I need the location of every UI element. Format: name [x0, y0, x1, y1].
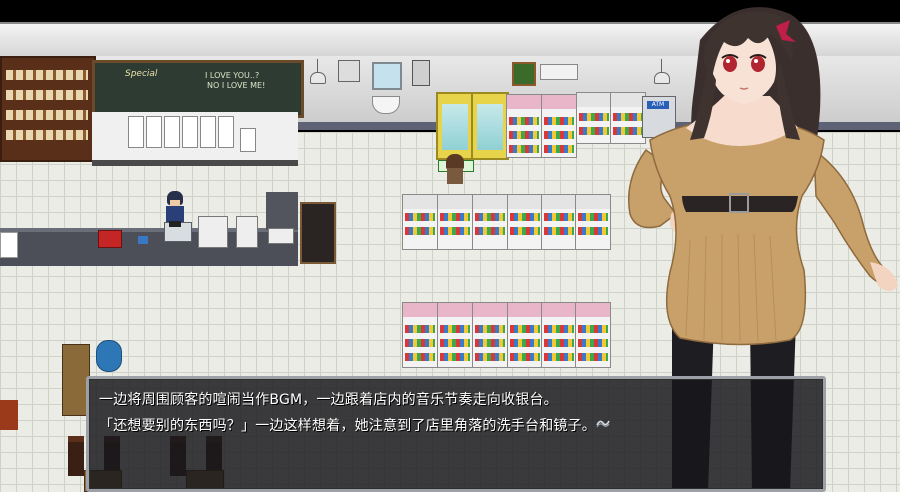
bakery-shelf	[0, 56, 96, 162]
bread-display-case	[198, 216, 228, 248]
snack-shelf	[472, 302, 508, 368]
counter-tray	[268, 228, 294, 244]
goods-shelf	[576, 92, 612, 144]
snack-shelf	[437, 302, 473, 368]
goods-shelf	[472, 194, 508, 250]
dialog-line-2: 「还想要别的东西吗？」一边这样想着，她注意到了店里角落的洗手台和镜子。	[99, 418, 596, 434]
counter-corner	[266, 192, 298, 230]
clerk-sprite	[166, 206, 184, 222]
chair	[68, 436, 84, 476]
snack-shelf	[541, 302, 577, 368]
chalkboard-title: Special	[125, 69, 158, 79]
security-camera-icon	[412, 60, 430, 86]
menu-card	[164, 116, 180, 148]
menu-card	[128, 116, 144, 148]
price-sheet	[240, 128, 256, 152]
menu-card	[146, 116, 162, 148]
ceiling-lamp	[310, 59, 326, 84]
clerk-legs	[169, 221, 181, 227]
goods-shelf	[402, 194, 438, 250]
drink-fridge	[471, 92, 509, 160]
menu-card	[200, 116, 216, 148]
goods-shelf	[437, 194, 473, 250]
chalkboard-line-2: NO I LOVE ME!	[207, 81, 266, 90]
snack-shelf	[507, 302, 543, 368]
snack-shelf	[506, 94, 542, 158]
game-scene: Special I LOVE YOU..? NO I LOVE ME! ATM	[0, 0, 900, 492]
mirror[interactable]	[372, 62, 402, 90]
snack-shelf	[541, 94, 577, 158]
dialog-window[interactable]: 一边将周围顾客的喧闹当作BGM，一边跟着店内的音乐节奏走向收银台。 「还想要别的…	[86, 376, 826, 492]
player-sprite	[444, 154, 466, 184]
ventilation-fan-icon	[338, 60, 360, 82]
air-conditioner	[540, 64, 578, 80]
standing-menu-board	[300, 202, 336, 264]
chalkboard-menu: Special I LOVE YOU..? NO I LOVE ME!	[92, 60, 304, 118]
snack-shelf	[575, 302, 611, 368]
goods-shelf	[507, 194, 543, 250]
snack-shelf	[402, 302, 438, 368]
potted-plant	[96, 340, 122, 372]
menu-card	[218, 116, 234, 148]
receipt-printer	[236, 216, 258, 248]
chalkboard-line-1: I LOVE YOU..?	[205, 71, 260, 80]
goods-shelf	[541, 194, 577, 250]
wave-cursor-icon[interactable]	[596, 418, 610, 428]
sofa	[0, 400, 18, 430]
menu-card	[182, 116, 198, 148]
paper-stack	[0, 232, 18, 258]
red-basket	[98, 230, 122, 248]
drink-fridge	[436, 92, 474, 160]
goods-shelf	[575, 194, 611, 250]
dialog-line-1: 一边将周围顾客的喧闹当作BGM，一边跟着店内的音乐节奏走向收银台。	[99, 392, 558, 408]
card-reader	[138, 236, 148, 244]
wall-picture	[512, 62, 536, 86]
